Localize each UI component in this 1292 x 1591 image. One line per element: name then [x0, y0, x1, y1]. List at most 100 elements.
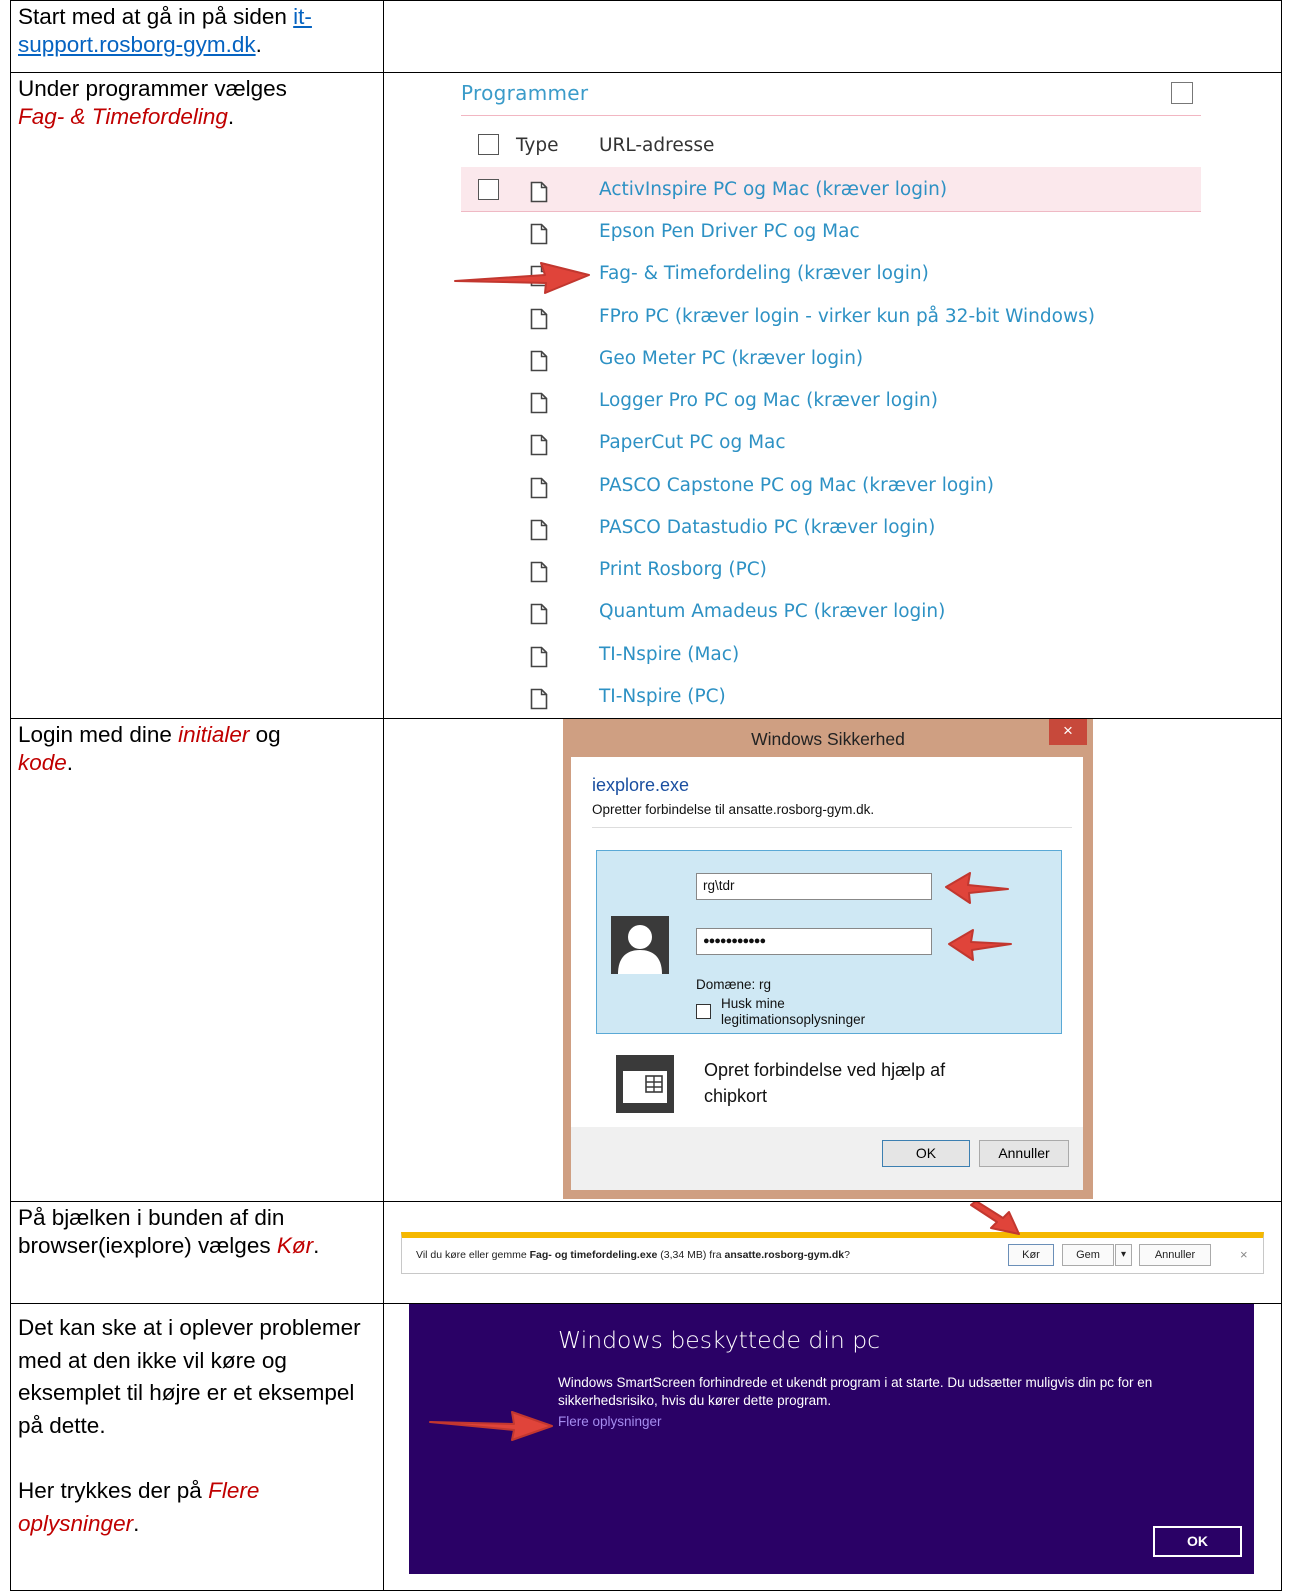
- step-2-emphasis: Fag- & Timefordeling: [18, 104, 228, 129]
- step-2-text: Under programmer vælges Fag- & Timeforde…: [10, 72, 384, 719]
- it-support-link[interactable]: it-: [293, 4, 312, 29]
- list-item-link[interactable]: PASCO Datastudio PC (kræver login): [599, 517, 935, 538]
- step-4-period: .: [313, 1233, 320, 1258]
- it-support-link-cont[interactable]: support.rosborg-gym.dk: [18, 32, 256, 57]
- list-item-link-fag-timefordeling[interactable]: Fag- & Timefordeling (kræver login): [599, 263, 929, 284]
- domain-label: Domæne: rg: [696, 977, 772, 992]
- document-icon: [530, 392, 548, 414]
- step-row-2: Under programmer vælges Fag- & Timeforde…: [10, 72, 1282, 719]
- step-4-intro: På bjælken i bunden af din browser(iexpl…: [18, 1205, 285, 1258]
- smartscreen-dialog: Windows beskyttede din pc Windows SmartS…: [409, 1304, 1254, 1574]
- user-avatar-icon: [611, 916, 669, 974]
- document-icon: [530, 308, 548, 330]
- smartscreen-ok-button[interactable]: OK: [1153, 1526, 1242, 1557]
- column-type[interactable]: Type: [516, 135, 559, 156]
- download-prefix: Vil du køre eller gemme: [416, 1249, 530, 1261]
- step-row-5: Det kan ske at i oplever problemer med a…: [10, 1303, 1282, 1591]
- save-button[interactable]: Gem: [1062, 1244, 1114, 1266]
- document-icon: [530, 181, 548, 203]
- connection-subtitle: Opretter forbindelse til ansatte.rosborg…: [592, 802, 875, 817]
- programmer-screenshot: Programmer Type URL-adresse ActivInspire…: [383, 72, 1282, 719]
- download-size: (3,34 MB) fra: [657, 1249, 725, 1261]
- password-input[interactable]: ●●●●●●●●●●●: [696, 928, 932, 955]
- divider: [592, 827, 1072, 828]
- document-icon: [530, 646, 548, 668]
- list-item-link[interactable]: Quantum Amadeus PC (kræver login): [599, 601, 945, 622]
- red-arrow-icon: [454, 262, 590, 294]
- step-1-intro: Start med at gå in på siden: [18, 4, 294, 29]
- step-5-period: .: [133, 1510, 140, 1536]
- dialog-title: Windows Sikkerhed: [751, 729, 905, 749]
- instructions-table: Start med at gå in på siden it-support.r…: [10, 0, 1282, 1591]
- row-checkbox[interactable]: [478, 179, 499, 200]
- select-all-checkbox[interactable]: [478, 134, 499, 155]
- more-info-link[interactable]: Flere oplysninger: [558, 1414, 662, 1429]
- dialog-footer: OK Annuller: [571, 1127, 1083, 1190]
- chipcard-option[interactable]: Opret forbindelse ved hjælp af chipkort: [704, 1057, 964, 1109]
- security-dialog-screenshot: Windows Sikkerhed × iexplore.exe Oprette…: [383, 718, 1282, 1202]
- document-icon: [530, 265, 548, 287]
- windows-security-dialog: Windows Sikkerhed × iexplore.exe Oprette…: [563, 719, 1093, 1199]
- document-icon: [530, 688, 548, 710]
- list-item-link[interactable]: ActivInspire PC og Mac (kræver login): [599, 179, 947, 200]
- document-icon: [530, 561, 548, 583]
- step-1-image: [383, 0, 1282, 73]
- smartscreen-screenshot: Windows beskyttede din pc Windows SmartS…: [383, 1303, 1282, 1591]
- step-3-middle: og: [249, 722, 281, 747]
- step-4-text: På bjælken i bunden af din browser(iexpl…: [10, 1201, 384, 1304]
- list-item-link[interactable]: PASCO Capstone PC og Mac (kræver login): [599, 475, 994, 496]
- step-5-instruction: Her trykkes der på Flere oplysninger.: [18, 1475, 377, 1540]
- step-4-emphasis: Kør: [276, 1233, 314, 1258]
- smartscreen-title: Windows beskyttede din pc: [558, 1326, 881, 1354]
- remember-checkbox[interactable]: [696, 1004, 711, 1019]
- list-item-link[interactable]: FPro PC (kræver login - virker kun på 32…: [599, 306, 1095, 327]
- list-item-link[interactable]: Print Rosborg (PC): [599, 559, 767, 580]
- document-icon: [530, 350, 548, 372]
- step-3-emphasis-kode: kode: [18, 750, 67, 775]
- header-checkbox[interactable]: [1171, 82, 1193, 104]
- step-row-1: Start med at gå in på siden it-support.r…: [10, 0, 1282, 73]
- programmer-title: Programmer: [461, 81, 589, 105]
- save-dropdown-icon[interactable]: ▾: [1115, 1244, 1132, 1266]
- download-prompt: Vil du køre eller gemme Fag- og timeford…: [416, 1249, 850, 1261]
- step-1-text: Start med at gå in på siden it-support.r…: [10, 0, 384, 73]
- document-icon: [530, 603, 548, 625]
- list-item-link[interactable]: TI-Nspire (Mac): [599, 644, 739, 665]
- list-item-link[interactable]: Geo Meter PC (kræver login): [599, 348, 863, 369]
- step-3-period: .: [66, 750, 74, 775]
- step-5-intro: Her trykkes der på: [18, 1478, 209, 1503]
- credential-tile[interactable]: rg\tdr ●●●●●●●●●●● Domæne: rg Husk mine …: [596, 850, 1062, 1034]
- column-url[interactable]: URL-adresse: [599, 135, 714, 156]
- step-2-period: .: [227, 104, 235, 129]
- app-name: iexplore.exe: [592, 775, 690, 795]
- cancel-download-button[interactable]: Annuller: [1139, 1244, 1211, 1266]
- step-3-emphasis-initialer: initialer: [178, 722, 250, 747]
- step-3-intro: Login med dine: [18, 722, 179, 747]
- document-icon: [530, 223, 548, 245]
- step-row-3: Login med dine initialer og kode. Window…: [10, 718, 1282, 1202]
- cancel-button[interactable]: Annuller: [979, 1140, 1069, 1167]
- ok-button[interactable]: OK: [882, 1140, 970, 1167]
- download-bar-screenshot: Vil du køre eller gemme Fag- og timeford…: [383, 1201, 1282, 1304]
- username-input[interactable]: rg\tdr: [696, 873, 932, 900]
- step-1-period: .: [255, 32, 262, 57]
- close-icon[interactable]: ×: [1240, 1247, 1248, 1262]
- close-icon[interactable]: ×: [1049, 719, 1087, 745]
- smartcard-icon: [616, 1055, 674, 1113]
- remember-label[interactable]: Husk mine legitimationsoplysninger: [721, 996, 921, 1028]
- download-suffix: ?: [844, 1249, 850, 1261]
- download-notification-bar: Vil du køre eller gemme Fag- og timeford…: [401, 1232, 1264, 1274]
- list-item-link[interactable]: Logger Pro PC og Mac (kræver login): [599, 390, 938, 411]
- step-5-text: Det kan ske at i oplever problemer med a…: [10, 1303, 384, 1591]
- list-item-link[interactable]: Epson Pen Driver PC og Mac: [599, 221, 860, 242]
- list-item-link[interactable]: PaperCut PC og Mac: [599, 432, 786, 453]
- document-icon: [530, 519, 548, 541]
- run-button[interactable]: Kør: [1008, 1244, 1054, 1266]
- step-5-paragraph: Det kan ske at i oplever problemer med a…: [18, 1315, 361, 1438]
- step-2-intro: Under programmer vælges: [18, 76, 287, 101]
- step-row-4: På bjælken i bunden af din browser(iexpl…: [10, 1201, 1282, 1304]
- dialog-body: iexplore.exe Opretter forbindelse til an…: [571, 757, 1083, 1165]
- list-item-link[interactable]: TI-Nspire (PC): [599, 686, 726, 707]
- document-icon: [530, 477, 548, 499]
- download-filename: Fag- og timefordeling.exe: [529, 1249, 658, 1261]
